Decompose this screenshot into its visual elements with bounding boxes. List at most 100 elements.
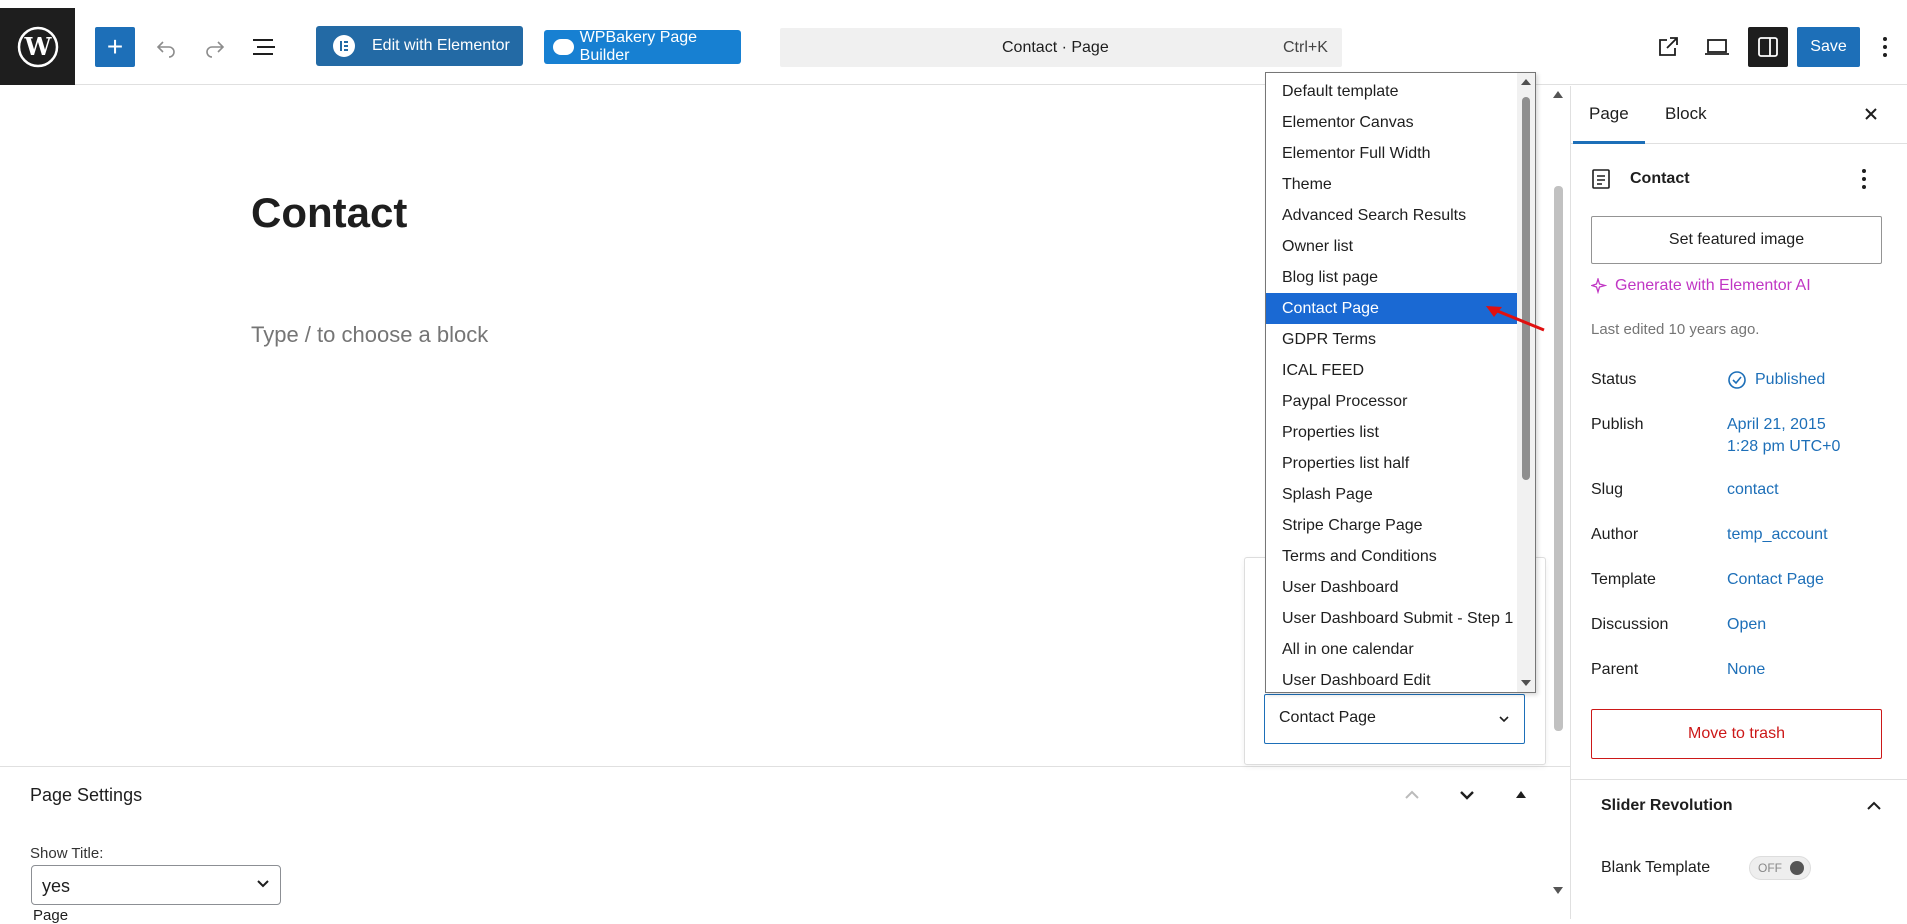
template-option[interactable]: Blog list page (1266, 262, 1517, 293)
show-title-value: yes (42, 876, 71, 896)
keyboard-shortcut: Ctrl+K (1283, 39, 1328, 56)
wpbakery-label: WPBakery Page Builder (579, 29, 698, 64)
document-overview-icon[interactable] (244, 27, 284, 67)
blank-template-toggle[interactable]: OFF (1749, 856, 1811, 880)
template-option[interactable]: Theme (1266, 169, 1517, 200)
edit-with-elementor-button[interactable]: Edit with Elementor (316, 26, 523, 66)
blank-template-label: Blank Template (1601, 859, 1711, 876)
status-label: Status (1591, 371, 1637, 388)
template-option[interactable]: Splash Page (1266, 479, 1517, 510)
canvas-scrollbar[interactable] (1554, 186, 1563, 731)
save-button[interactable]: Save (1797, 27, 1860, 67)
toggle-knob (1790, 861, 1804, 875)
parent-value[interactable]: None (1727, 659, 1765, 681)
settings-sidebar-toggle-icon[interactable] (1748, 27, 1788, 67)
template-option[interactable]: Paypal Processor (1266, 386, 1517, 417)
template-option[interactable]: All in one calendar (1266, 634, 1517, 665)
close-icon[interactable] (1861, 104, 1881, 129)
parent-label: Parent (1591, 661, 1639, 678)
doc-options-icon[interactable] (1861, 168, 1867, 195)
template-option[interactable]: Owner list (1266, 231, 1517, 262)
template-option[interactable]: GDPR Terms (1266, 324, 1517, 355)
chevron-down-icon (1499, 716, 1509, 723)
publish-time: 1:28 pm UTC+0 (1727, 438, 1841, 455)
redo-icon[interactable] (195, 27, 235, 67)
set-featured-image-button[interactable]: Set featured image (1591, 216, 1882, 264)
scroll-up-arrow-icon[interactable] (1553, 91, 1563, 98)
template-option[interactable]: User Dashboard Submit - Step 1 (1266, 603, 1517, 634)
active-tab-indicator (1573, 141, 1645, 144)
last-edited-text: Last edited 10 years ago. (1591, 321, 1760, 338)
template-option[interactable]: Properties list (1266, 417, 1517, 448)
show-title-label: Show Title: (30, 845, 104, 862)
add-block-button[interactable]: + (95, 27, 135, 67)
discussion-label: Discussion (1591, 616, 1669, 633)
command-palette-button[interactable]: Contact · Page Ctrl+K (780, 28, 1342, 67)
template-option[interactable]: Properties list half (1266, 448, 1517, 479)
wordpress-logo-icon[interactable]: W (0, 8, 75, 85)
generate-elementor-ai-link[interactable]: Generate with Elementor AI (1591, 277, 1811, 295)
template-option[interactable]: Elementor Full Width (1266, 138, 1517, 169)
page-icon (1591, 168, 1611, 195)
toggle-state: OFF (1758, 861, 1782, 875)
elementor-icon (333, 35, 355, 57)
publish-date: April 21, 2015 (1727, 416, 1826, 433)
scroll-down-arrow-icon[interactable] (1553, 887, 1563, 894)
wpbakery-button[interactable]: WPBakery Page Builder (544, 29, 741, 64)
chevron-down-icon (257, 880, 269, 888)
preview-device-icon[interactable] (1697, 27, 1737, 67)
publish-label: Publish (1591, 416, 1644, 433)
template-option[interactable]: User Dashboard (1266, 572, 1517, 603)
slider-revolution-title[interactable]: Slider Revolution (1601, 797, 1733, 815)
author-value[interactable]: temp_account (1727, 524, 1828, 546)
tab-block[interactable]: Block (1665, 104, 1707, 124)
author-label: Author (1591, 526, 1639, 543)
page-settings-panel: Page Settings Show Title: yes Page (0, 766, 1570, 924)
section-divider (1571, 779, 1907, 780)
slug-label: Slug (1591, 481, 1624, 498)
template-label: Template (1591, 571, 1656, 588)
annotation-arrow-icon (1486, 306, 1545, 332)
dropdown-scroll-down-icon[interactable] (1521, 680, 1531, 686)
slug-value[interactable]: contact (1727, 479, 1779, 501)
undo-icon[interactable] (146, 27, 186, 67)
template-option[interactable]: Elementor Canvas (1266, 107, 1517, 138)
dropdown-scroll-thumb[interactable] (1522, 97, 1530, 480)
template-option[interactable]: Terms and Conditions (1266, 541, 1517, 572)
elementor-label: Edit with Elementor (372, 37, 510, 54)
template-option-selected[interactable]: Contact Page (1266, 293, 1517, 324)
doc-title: Contact (1630, 170, 1690, 187)
discussion-value[interactable]: Open (1727, 614, 1766, 636)
move-to-trash-button[interactable]: Move to trash (1591, 709, 1882, 759)
template-option[interactable]: Default template (1266, 76, 1517, 107)
template-dropdown-list[interactable]: Default template Elementor Canvas Elemen… (1265, 72, 1536, 693)
template-option[interactable]: Stripe Charge Page (1266, 510, 1517, 541)
status-button[interactable]: Published (1727, 369, 1825, 391)
dropdown-scrollbar[interactable] (1517, 73, 1535, 692)
dropdown-scroll-up-icon[interactable] (1521, 79, 1531, 85)
settings-sidebar: Page Block Contact Set featured image Ge… (1570, 86, 1907, 919)
template-option[interactable]: ICAL FEED (1266, 355, 1517, 386)
tab-page[interactable]: Page (1589, 104, 1629, 124)
options-menu-icon[interactable] (1870, 27, 1900, 67)
page-settings-title: Page Settings (30, 785, 143, 805)
template-option[interactable]: User Dashboard Edit (1266, 665, 1517, 696)
move-up-icon[interactable] (1402, 785, 1422, 810)
post-title[interactable]: Contact (251, 189, 407, 237)
template-select[interactable]: Contact Page (1264, 694, 1525, 744)
published-check-icon (1728, 371, 1746, 389)
show-title-select[interactable]: yes (31, 865, 281, 905)
view-page-icon[interactable] (1648, 27, 1688, 67)
publish-date-button[interactable]: April 21, 2015 1:28 pm UTC+0 (1727, 414, 1840, 458)
chevron-up-icon[interactable] (1864, 796, 1884, 821)
svg-text:W: W (23, 32, 52, 61)
template-option[interactable]: Advanced Search Results (1266, 200, 1517, 231)
collapse-panel-icon[interactable] (1516, 791, 1526, 798)
block-placeholder[interactable]: Type / to choose a block (251, 322, 488, 348)
status-value: Published (1755, 371, 1826, 388)
wpbakery-icon (553, 39, 574, 55)
template-value[interactable]: Contact Page (1727, 569, 1824, 591)
generate-ai-label: Generate with Elementor AI (1615, 277, 1811, 294)
sparkle-icon (1591, 278, 1607, 294)
move-down-icon[interactable] (1457, 785, 1477, 810)
